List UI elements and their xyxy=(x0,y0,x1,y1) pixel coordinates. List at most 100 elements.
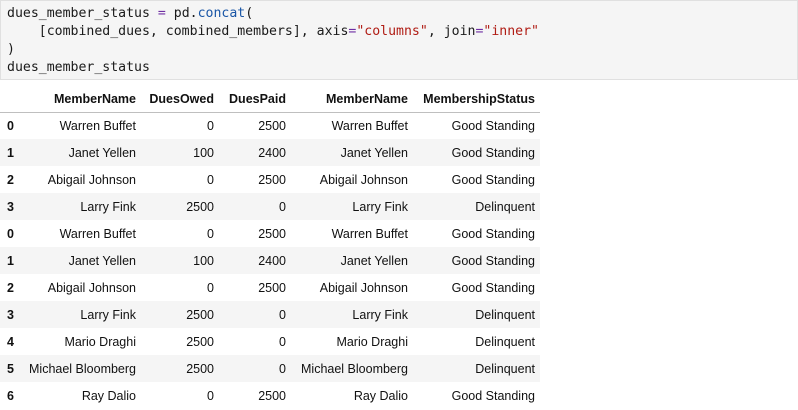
table-cell: Abigail Johnson xyxy=(319,280,408,295)
table-cell: Ray Dalio xyxy=(353,388,408,403)
table-cell: Delinquent xyxy=(475,361,535,376)
table-cell: Ray Dalio xyxy=(81,388,136,403)
table-row: 3 Larry Fink 2500 0 Larry Fink Delinquent xyxy=(0,301,540,328)
table-cell: Janet Yellen xyxy=(340,145,408,160)
table-cell: Warren Buffet xyxy=(59,226,136,241)
cell-output: MemberName DuesOwed DuesPaid MemberName … xyxy=(0,86,540,409)
row-index: 6 xyxy=(7,388,14,403)
table-cell: Janet Yellen xyxy=(68,145,136,160)
table-cell: 2500 xyxy=(186,199,214,214)
table-cell: 0 xyxy=(207,388,214,403)
row-index: 3 xyxy=(7,199,14,214)
table-cell: Good Standing xyxy=(451,388,535,403)
code-token: , join xyxy=(427,24,476,39)
table-cell: 0 xyxy=(207,226,214,241)
table-cell: 2500 xyxy=(186,361,214,376)
table-row: 0 Warren Buffet 0 2500 Warren Buffet Good Sta… xyxy=(0,112,540,139)
table-cell: 2500 xyxy=(186,334,214,349)
index-header xyxy=(0,86,24,113)
table-cell: Mario Draghi xyxy=(336,334,408,349)
table-cell: 2500 xyxy=(186,307,214,322)
table-cell: Michael Bloomberg xyxy=(29,361,136,376)
table-row: 2 Abigail Johnson 0 2500 Abigail Johnson Good… xyxy=(0,166,540,193)
table-cell: 100 xyxy=(193,145,214,160)
code-token: pd. xyxy=(165,6,198,21)
row-index: 2 xyxy=(7,172,14,187)
table-cell: 0 xyxy=(207,172,214,187)
table-cell: Good Standing xyxy=(451,172,535,187)
column-header: MemberName xyxy=(291,86,413,113)
row-index: 0 xyxy=(7,226,14,241)
table-cell: Janet Yellen xyxy=(68,253,136,268)
table-cell: Abigail Johnson xyxy=(319,172,408,187)
table-cell: Delinquent xyxy=(475,307,535,322)
table-row: 2 Abigail Johnson 0 2500 Abigail Johnson Good… xyxy=(0,274,540,301)
code-line-4: dues_member_status xyxy=(7,60,150,75)
table-cell: 0 xyxy=(279,199,286,214)
table-cell: Larry Fink xyxy=(80,199,136,214)
row-index: 4 xyxy=(7,334,14,349)
table-cell: Good Standing xyxy=(451,253,535,268)
table-cell: Warren Buffet xyxy=(59,118,136,133)
table-row: 1 Janet Yellen 100 2400 Janet Yellen Good Sta… xyxy=(0,247,540,274)
code-string: "columns" xyxy=(356,24,428,39)
table-row: 6 Ray Dalio 0 2500 Ray Dalio Good Standing xyxy=(0,382,540,409)
code-token: ( xyxy=(245,6,254,21)
table-cell: 2400 xyxy=(258,145,286,160)
table-cell: Warren Buffet xyxy=(331,226,408,241)
code-line-3: ) xyxy=(7,42,15,57)
table-cell: 0 xyxy=(279,307,286,322)
row-index: 1 xyxy=(7,145,14,160)
table-cell: 0 xyxy=(207,280,214,295)
table-cell: Good Standing xyxy=(451,280,535,295)
table-cell: 2500 xyxy=(258,226,286,241)
table-cell: Janet Yellen xyxy=(340,253,408,268)
table-row: 0 Warren Buffet 0 2500 Warren Buffet Good Sta… xyxy=(0,220,540,247)
table-cell: Good Standing xyxy=(451,226,535,241)
row-index: 2 xyxy=(7,280,14,295)
table-cell: 0 xyxy=(279,334,286,349)
table-cell: 100 xyxy=(193,253,214,268)
table-cell: Mario Draghi xyxy=(64,334,136,349)
table-cell: Larry Fink xyxy=(352,199,408,214)
table-cell: 2500 xyxy=(258,118,286,133)
code-line-2: [combined_dues, combined_members], axis=… xyxy=(7,23,797,41)
column-header: MembershipStatus xyxy=(413,86,540,113)
table-cell: 2400 xyxy=(258,253,286,268)
table-cell: Warren Buffet xyxy=(331,118,408,133)
table-row: 3 Larry Fink 2500 0 Larry Fink Delinquent xyxy=(0,193,540,220)
table-cell: Delinquent xyxy=(475,334,535,349)
code-string: "inner" xyxy=(483,24,539,39)
code-line-1: dues_member_status = pd.concat( xyxy=(7,5,797,23)
table-row: 1 Janet Yellen 100 2400 Janet Yellen Good Sta… xyxy=(0,139,540,166)
table-cell: Abigail Johnson xyxy=(47,172,136,187)
code-cell[interactable]: dues_member_status = pd.concat( [combine… xyxy=(0,0,798,80)
row-index: 3 xyxy=(7,307,14,322)
table-cell: Michael Bloomberg xyxy=(301,361,408,376)
table-cell: Good Standing xyxy=(451,118,535,133)
table-cell: Larry Fink xyxy=(352,307,408,322)
table-row: 5 Michael Bloomberg 2500 0 Michael Bloomberg… xyxy=(0,355,540,382)
table-cell: 0 xyxy=(207,118,214,133)
table-cell: Good Standing xyxy=(451,145,535,160)
row-index: 0 xyxy=(7,118,14,133)
table-cell: 2500 xyxy=(258,280,286,295)
table-cell: 2500 xyxy=(258,388,286,403)
column-header: DuesPaid xyxy=(219,86,291,113)
table-cell: 2500 xyxy=(258,172,286,187)
column-header: MemberName xyxy=(24,86,141,113)
table-header-row: MemberName DuesOwed DuesPaid MemberName … xyxy=(0,86,540,113)
table-cell: 0 xyxy=(279,361,286,376)
table-cell: Larry Fink xyxy=(80,307,136,322)
column-header: DuesOwed xyxy=(141,86,219,113)
row-index: 5 xyxy=(7,361,14,376)
row-index: 1 xyxy=(7,253,14,268)
dataframe-table: MemberName DuesOwed DuesPaid MemberName … xyxy=(0,86,540,409)
code-function: concat xyxy=(197,6,246,21)
table-cell: Abigail Johnson xyxy=(47,280,136,295)
table-body: 0 Warren Buffet 0 2500 Warren Buffet Good Sta… xyxy=(0,112,540,409)
table-row: 4 Mario Draghi 2500 0 Mario Draghi Delinquent xyxy=(0,328,540,355)
table-cell: Delinquent xyxy=(475,199,535,214)
code-operator: = xyxy=(157,6,166,21)
code-token: [combined_dues, combined_members], axis xyxy=(7,24,349,39)
